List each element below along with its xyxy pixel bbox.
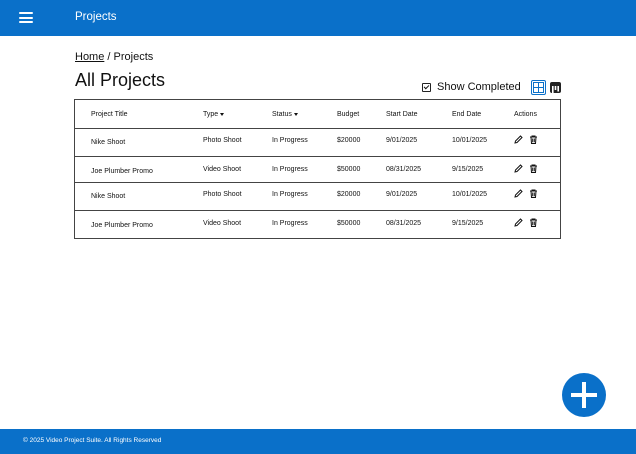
project-end-date-cell: 10/01/2025	[452, 191, 488, 198]
show-completed-toggle[interactable]: Show Completed	[422, 81, 521, 93]
project-budget-cell: $20000	[337, 137, 361, 144]
kanban-view-icon	[552, 86, 559, 93]
table-row[interactable]: Nike Shoot Photo Shoot In Progress $2000…	[75, 129, 560, 157]
delete-button[interactable]	[529, 164, 538, 175]
breadcrumb-home-link[interactable]: Home	[75, 51, 104, 63]
project-budget-cell: $50000	[337, 166, 361, 173]
show-completed-checkbox[interactable]	[422, 82, 431, 92]
show-completed-label: Show Completed	[437, 81, 521, 93]
grid-view-button[interactable]	[531, 80, 546, 95]
trash-icon	[530, 218, 537, 227]
column-header-status-label: Status	[272, 111, 292, 118]
trash-icon	[530, 135, 537, 144]
delete-button[interactable]	[529, 218, 538, 229]
hamburger-icon[interactable]	[19, 12, 33, 23]
breadcrumb-current: Projects	[113, 51, 154, 63]
column-header-budget[interactable]: Budget	[337, 111, 359, 118]
delete-button[interactable]	[529, 189, 538, 200]
edit-button[interactable]	[514, 189, 523, 200]
edit-button[interactable]	[514, 218, 523, 229]
add-project-button[interactable]	[562, 373, 606, 417]
project-status-cell: In Progress	[272, 166, 308, 173]
footer-copyright: © 2025 Video Project Suite. All Rights R…	[23, 437, 162, 444]
board-view-button[interactable]	[550, 82, 561, 93]
project-start-date-cell: 9/01/2025	[386, 137, 418, 144]
project-type-cell: Video Shoot	[203, 166, 242, 173]
table-row[interactable]: Joe Plumber Promo Video Shoot In Progres…	[75, 211, 560, 239]
app-title: Projects	[75, 11, 117, 23]
pencil-icon	[514, 218, 523, 227]
column-header-actions: Actions	[514, 111, 537, 118]
pencil-icon	[514, 135, 523, 144]
project-start-date-cell: 08/31/2025	[386, 166, 422, 173]
top-app-bar: Projects	[0, 0, 636, 36]
plus-icon	[571, 382, 597, 408]
table-row[interactable]: Joe Plumber Promo Video Shoot In Progres…	[75, 157, 560, 183]
column-header-type-label: Type	[203, 111, 219, 118]
project-type-cell: Photo Shoot	[203, 137, 242, 144]
trash-icon	[530, 164, 537, 173]
project-status-cell: In Progress	[272, 191, 308, 198]
project-status-cell: In Progress	[272, 137, 308, 144]
trash-icon	[530, 189, 537, 198]
project-title-cell: Joe Plumber Promo	[91, 222, 153, 229]
chevron-down-icon	[220, 112, 225, 116]
project-budget-cell: $50000	[337, 220, 361, 227]
column-header-title[interactable]: Project Title	[91, 111, 128, 118]
grid-view-icon	[533, 82, 544, 93]
column-header-type[interactable]: Type	[203, 111, 225, 118]
column-header-end-date[interactable]: End Date	[452, 111, 481, 118]
project-status-cell: In Progress	[272, 220, 308, 227]
projects-table: Project Title Type Status Budget Start D…	[74, 99, 561, 239]
project-type-cell: Video Shoot	[203, 220, 242, 227]
footer: © 2025 Video Project Suite. All Rights R…	[0, 429, 636, 454]
breadcrumb-separator: /	[107, 51, 111, 63]
breadcrumb: Home / Projects	[75, 51, 153, 63]
project-start-date-cell: 9/01/2025	[386, 191, 418, 198]
page-title: All Projects	[75, 70, 166, 90]
project-end-date-cell: 10/01/2025	[452, 137, 488, 144]
project-type-cell: Photo Shoot	[203, 191, 242, 198]
project-end-date-cell: 9/15/2025	[452, 220, 484, 227]
project-end-date-cell: 9/15/2025	[452, 166, 484, 173]
project-title-cell: Joe Plumber Promo	[91, 168, 153, 175]
project-title-cell: Nike Shoot	[91, 139, 126, 146]
project-title-cell: Nike Shoot	[91, 193, 126, 200]
table-row[interactable]: Nike Shoot Photo Shoot In Progress $2000…	[75, 183, 560, 211]
table-header-row: Project Title Type Status Budget Start D…	[75, 100, 560, 129]
project-budget-cell: $20000	[337, 191, 361, 198]
pencil-icon	[514, 164, 523, 173]
column-header-start-date[interactable]: Start Date	[386, 111, 418, 118]
column-header-status[interactable]: Status	[272, 111, 298, 118]
chevron-down-icon	[293, 112, 298, 116]
edit-button[interactable]	[514, 135, 523, 146]
edit-button[interactable]	[514, 164, 523, 175]
project-start-date-cell: 08/31/2025	[386, 220, 422, 227]
delete-button[interactable]	[529, 135, 538, 146]
pencil-icon	[514, 189, 523, 198]
